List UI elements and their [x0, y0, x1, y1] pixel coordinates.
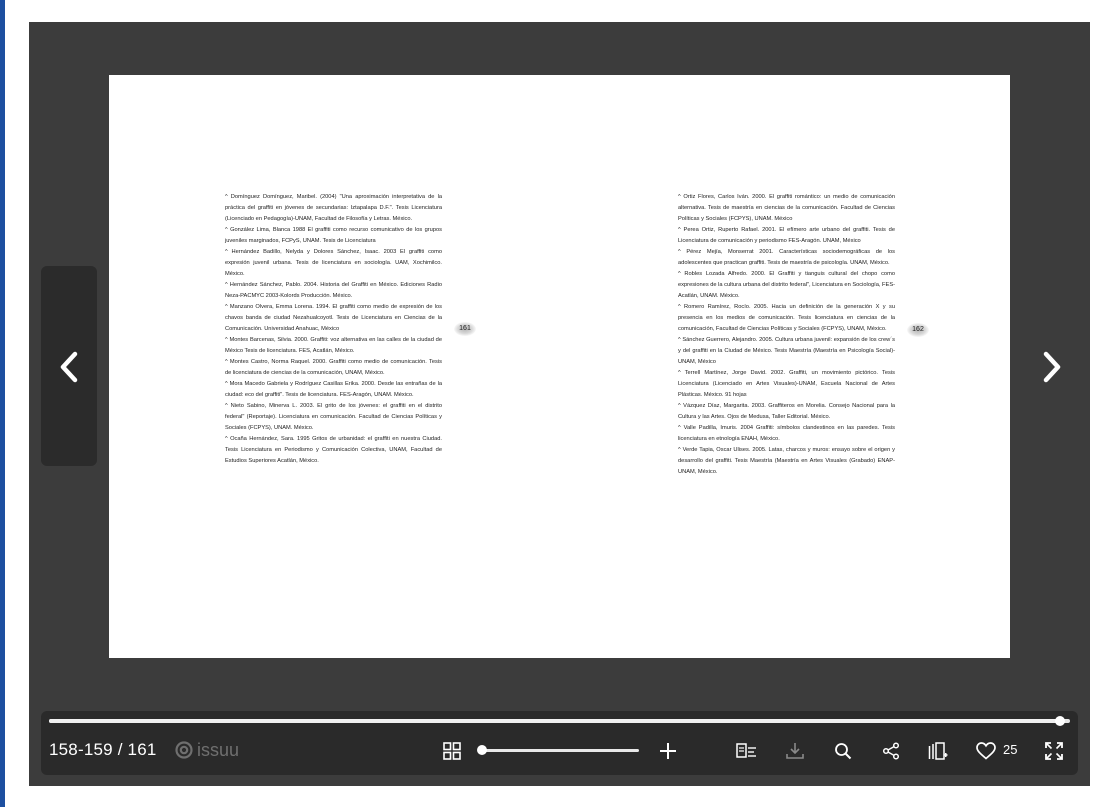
next-page-button[interactable]	[1039, 350, 1065, 384]
reference-entry: ^ Ortiz Flores, Carlos Iván. 2000. El gr…	[678, 194, 895, 222]
right-page-number: 162	[907, 323, 929, 337]
issuu-logo[interactable]: issuu	[175, 740, 239, 760]
previous-page-button[interactable]	[41, 266, 97, 466]
reader-mode-icon	[736, 743, 756, 758]
reference-entry: ^ González Lima, Blanca 1988 El graffiti…	[225, 227, 442, 244]
reference-entry: ^ Terrell Martínez, Jorge David. 2002. G…	[678, 370, 895, 398]
reference-entry: ^ Manzano Olvera, Emma Lorena. 1994. El …	[225, 304, 442, 332]
reference-entry: ^ Ocaña Hernández, Sara. 1995 Gritos de …	[225, 436, 442, 464]
fullscreen-icon	[1045, 742, 1063, 760]
heart-icon	[976, 742, 996, 760]
right-page-text: ^ Ortiz Flores, Carlos Iván. 2000. El gr…	[678, 192, 895, 478]
chevron-left-icon	[60, 351, 78, 383]
share-icon	[882, 742, 900, 760]
reference-entry: ^ Valle Padilla, Imuris. 2004 Graffiti: …	[678, 425, 895, 442]
reference-entry: ^ Hernández Sánchez, Pablo. 2004. Histor…	[225, 282, 442, 299]
fullscreen-button[interactable]	[1043, 740, 1065, 762]
reference-entry: ^ Verde Tapia, Oscar Ulises. 2005. Latas…	[678, 447, 895, 475]
chevron-right-icon	[1043, 351, 1061, 383]
page-spread: ^ Domínguez Domínguez, Maribel. (2004) "…	[109, 75, 1010, 658]
zoom-slider-handle[interactable]	[477, 745, 487, 755]
add-to-stack-button[interactable]	[927, 740, 949, 762]
grid-view-icon	[443, 742, 461, 760]
download-icon	[786, 743, 804, 759]
document-viewer: ^ Domínguez Domínguez, Maribel. (2004) "…	[29, 22, 1090, 786]
reference-entry: ^ Montes Barcenas, Silvia. 2000. Graffit…	[225, 337, 442, 354]
left-page-number: 161	[454, 322, 476, 336]
reference-entry: ^ Perea Ortiz, Ruperto Rafael. 2001. El …	[678, 227, 895, 244]
reference-entry: ^ Pérez Mejía, Monserrat 2001. Caracterí…	[678, 249, 895, 266]
reference-entry: ^ Vázquez Díaz, Margarita. 2003. Graffit…	[678, 403, 895, 420]
download-button[interactable]	[784, 740, 806, 762]
bottom-toolbar: 158-159 / 161 issuu 25	[41, 711, 1078, 775]
search-icon	[835, 743, 852, 760]
like-button[interactable]	[975, 740, 997, 762]
search-button[interactable]	[832, 740, 854, 762]
reader-mode-button[interactable]	[736, 740, 758, 762]
zoom-in-icon	[660, 743, 676, 759]
left-page-text: ^ Domínguez Domínguez, Maribel. (2004) "…	[225, 192, 442, 467]
grid-view-button[interactable]	[441, 740, 463, 762]
page-indicator: 158-159 / 161	[49, 740, 157, 759]
reference-entry: ^ Hernández Badillo, Nelyda y Dolores Sá…	[225, 249, 442, 277]
window-edge	[0, 0, 5, 807]
reference-entry: ^ Sánchez Guerrero, Alejandro. 2005. Cul…	[678, 337, 895, 365]
zoom-in-button[interactable]	[657, 740, 679, 762]
reference-entry: ^ Nieto Sabino, Minerva L. 2003. El grit…	[225, 403, 442, 431]
issuu-logo-icon	[175, 741, 193, 759]
reference-entry: ^ Mora Macedo Gabriela y Rodríguez Casil…	[225, 381, 442, 398]
reference-entry: ^ Robles Lozada Alfredo. 2000. El Graffi…	[678, 271, 896, 299]
reference-entry: ^ Romero Ramírez, Rocío. 2005. Hacia un …	[678, 304, 895, 332]
reference-entry: ^ Domínguez Domínguez, Maribel. (2004) "…	[225, 194, 442, 222]
page-progress-fill	[49, 719, 1060, 723]
page-progress-handle[interactable]	[1054, 716, 1065, 726]
issuu-logo-text: issuu	[197, 739, 240, 760]
like-count: 25	[1003, 742, 1018, 757]
add-to-stack-icon	[928, 742, 948, 760]
zoom-slider[interactable]	[477, 745, 639, 755]
share-button[interactable]	[880, 740, 902, 762]
reference-entry: ^ Montes Castro, Norma Raquel. 2000. Gra…	[225, 359, 442, 376]
page-progress-slider[interactable]	[49, 716, 1070, 726]
